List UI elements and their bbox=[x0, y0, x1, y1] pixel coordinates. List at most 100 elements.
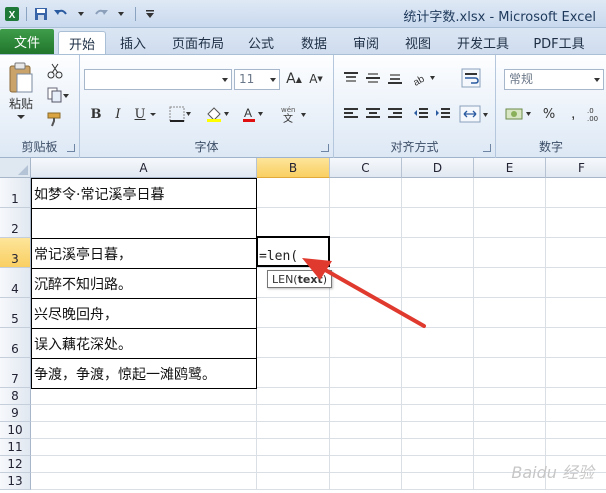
column-header-d[interactable]: D bbox=[402, 158, 474, 178]
grid-cell[interactable] bbox=[474, 405, 546, 422]
paste-icon[interactable] bbox=[6, 61, 36, 95]
copy-icon[interactable] bbox=[46, 87, 70, 103]
increase-decimal-icon[interactable]: .0.00 bbox=[586, 105, 604, 123]
tab-formulas[interactable]: 公式 bbox=[242, 31, 280, 54]
grid-cell[interactable] bbox=[402, 456, 474, 473]
tab-file[interactable]: 文件 bbox=[0, 29, 54, 54]
increase-indent-icon[interactable] bbox=[434, 105, 452, 123]
grid-cell[interactable] bbox=[546, 405, 606, 422]
cell-a5[interactable]: 兴尽晚回舟， bbox=[31, 299, 257, 329]
redo-icon[interactable] bbox=[93, 6, 109, 22]
borders-icon[interactable] bbox=[168, 105, 192, 123]
grid-cell[interactable] bbox=[330, 208, 402, 238]
clipboard-launcher-icon[interactable] bbox=[67, 144, 75, 152]
save-icon[interactable] bbox=[33, 6, 49, 22]
align-left-icon[interactable] bbox=[342, 105, 360, 123]
grid-cell[interactable] bbox=[257, 405, 330, 422]
row-header-3[interactable]: 3 bbox=[0, 238, 31, 268]
merge-center-icon[interactable] bbox=[458, 103, 490, 125]
grid-cell[interactable] bbox=[474, 422, 546, 439]
cell-a7[interactable]: 争渡，争渡，惊起一滩鸥鹭。 bbox=[31, 359, 257, 389]
cell-a6[interactable]: 误入藕花深处。 bbox=[31, 329, 257, 359]
grid-cell[interactable] bbox=[257, 358, 330, 388]
grid-cell[interactable] bbox=[546, 422, 606, 439]
grid-cell[interactable] bbox=[257, 208, 330, 238]
redo-dropdown-icon[interactable] bbox=[113, 6, 129, 22]
grid-cell[interactable] bbox=[546, 388, 606, 405]
accounting-format-icon[interactable] bbox=[504, 105, 534, 123]
row-header-9[interactable]: 9 bbox=[0, 405, 31, 422]
align-top-icon[interactable] bbox=[342, 69, 360, 87]
number-format-dropdown-icon[interactable] bbox=[594, 78, 600, 82]
grid-cell[interactable] bbox=[474, 268, 546, 298]
row-header-1[interactable]: 1 bbox=[0, 178, 31, 208]
grid-cell[interactable] bbox=[257, 178, 330, 208]
column-header-a[interactable]: A bbox=[31, 158, 257, 178]
column-header-e[interactable]: E bbox=[474, 158, 546, 178]
tab-developer[interactable]: 开发工具 bbox=[450, 31, 516, 54]
customize-qat-icon[interactable] bbox=[142, 6, 158, 22]
cell-a4[interactable]: 沉醉不知归路。 bbox=[31, 269, 257, 299]
grid-cell[interactable] bbox=[474, 439, 546, 456]
row-header-11[interactable]: 11 bbox=[0, 439, 31, 456]
grid-cell[interactable] bbox=[257, 388, 330, 405]
fill-color-icon[interactable] bbox=[204, 105, 232, 123]
tab-pdf-tools[interactable]: PDF工具 bbox=[526, 31, 592, 54]
align-center-icon[interactable] bbox=[364, 105, 382, 123]
font-name-dropdown-icon[interactable] bbox=[222, 78, 228, 82]
grid-cell[interactable] bbox=[257, 422, 330, 439]
undo-icon[interactable] bbox=[53, 6, 69, 22]
grid-cell[interactable] bbox=[330, 388, 402, 405]
column-header-f[interactable]: F bbox=[546, 158, 606, 178]
number-format-combo[interactable]: 常规 bbox=[504, 69, 604, 90]
grid-cell[interactable] bbox=[330, 178, 402, 208]
grid-cell[interactable] bbox=[546, 208, 606, 238]
decrease-indent-icon[interactable] bbox=[412, 105, 430, 123]
grid-cell[interactable] bbox=[474, 298, 546, 328]
underline-dropdown-icon[interactable] bbox=[148, 109, 158, 119]
align-middle-icon[interactable] bbox=[364, 69, 382, 87]
row-header-8[interactable]: 8 bbox=[0, 388, 31, 405]
row-header-6[interactable]: 6 bbox=[0, 328, 31, 358]
align-bottom-icon[interactable] bbox=[386, 69, 404, 87]
row-header-13[interactable]: 13 bbox=[0, 473, 31, 490]
orientation-icon[interactable]: ab bbox=[412, 69, 436, 87]
cut-icon[interactable] bbox=[46, 63, 64, 79]
cell-a1[interactable]: 如梦令·常记溪亭日暮 bbox=[31, 178, 257, 209]
grid-cell[interactable] bbox=[474, 328, 546, 358]
font-size-combo[interactable]: 11 bbox=[234, 69, 280, 90]
grid-cell[interactable] bbox=[546, 328, 606, 358]
grid-cell[interactable] bbox=[330, 422, 402, 439]
grid-cell[interactable] bbox=[474, 208, 546, 238]
paste-button[interactable]: 粘贴 bbox=[4, 95, 38, 111]
align-right-icon[interactable] bbox=[386, 105, 404, 123]
tab-insert[interactable]: 插入 bbox=[112, 31, 154, 54]
row-header-7[interactable]: 7 bbox=[0, 358, 31, 388]
grid-cell[interactable] bbox=[330, 473, 402, 490]
grid-cell[interactable] bbox=[546, 178, 606, 208]
row-header-10[interactable]: 10 bbox=[0, 422, 31, 439]
grid-cell[interactable] bbox=[546, 358, 606, 388]
grid-cell[interactable] bbox=[402, 358, 474, 388]
wrap-text-icon[interactable] bbox=[460, 67, 482, 89]
grid-cell[interactable] bbox=[402, 405, 474, 422]
grid-cell[interactable] bbox=[330, 439, 402, 456]
grid-cell[interactable] bbox=[31, 405, 257, 422]
grid-cell[interactable] bbox=[474, 178, 546, 208]
row-header-2[interactable]: 2 bbox=[0, 208, 31, 238]
grid-cell[interactable] bbox=[402, 208, 474, 238]
format-painter-icon[interactable] bbox=[46, 111, 64, 127]
italic-button[interactable]: I bbox=[110, 105, 126, 123]
row-header-4[interactable]: 4 bbox=[0, 268, 31, 298]
underline-button[interactable]: U bbox=[132, 105, 148, 123]
grid-cell[interactable] bbox=[31, 456, 257, 473]
shrink-font-icon[interactable]: A ▼ bbox=[306, 69, 326, 89]
grid-cell[interactable] bbox=[546, 298, 606, 328]
tab-home[interactable]: 开始 bbox=[58, 31, 106, 54]
grid-cell[interactable] bbox=[474, 358, 546, 388]
grid-cell[interactable] bbox=[546, 439, 606, 456]
bold-button[interactable]: B bbox=[88, 105, 104, 123]
grid-cell[interactable] bbox=[474, 238, 546, 268]
percent-style-button[interactable]: % bbox=[540, 105, 558, 123]
paste-dropdown-icon[interactable] bbox=[14, 111, 28, 123]
